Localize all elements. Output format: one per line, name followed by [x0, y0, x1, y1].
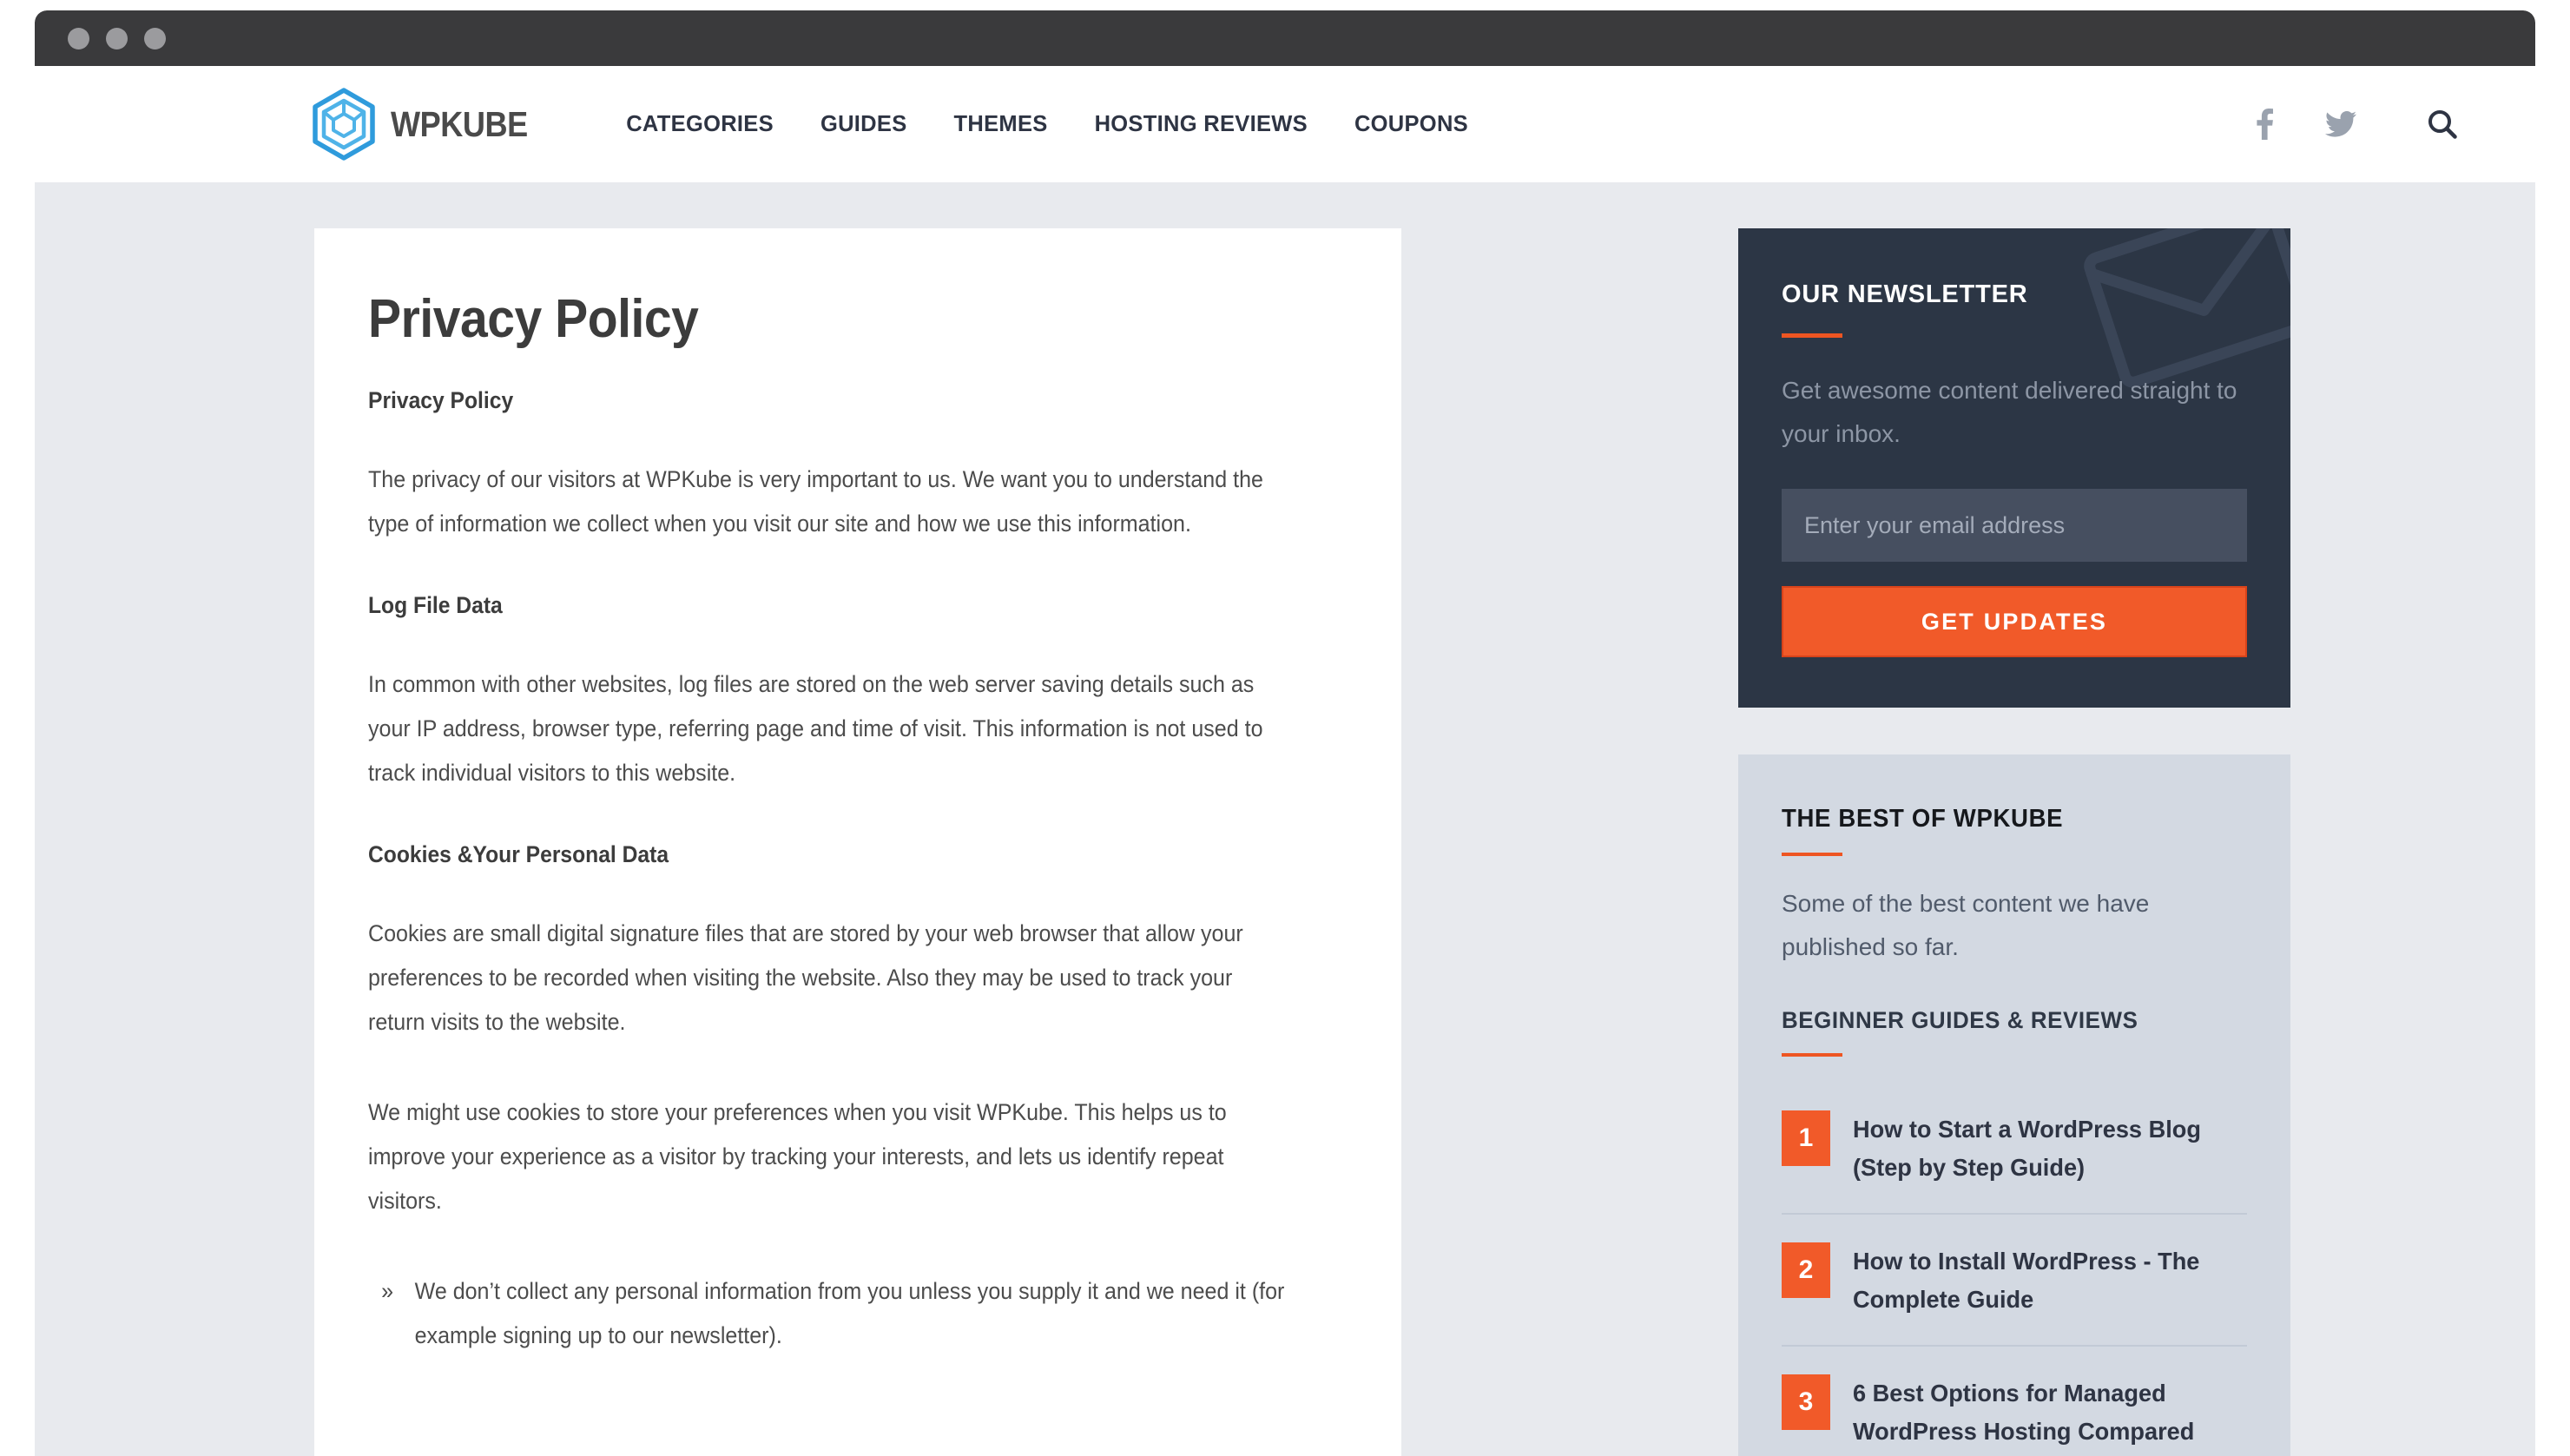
best-of-title: THE BEST OF WPKUBE: [1782, 805, 2064, 833]
paragraph-privacy-intro: The privacy of our visitors at WPKube is…: [368, 466, 1263, 537]
paragraph-log-file-data: In common with other websites, log files…: [368, 671, 1263, 787]
search-button[interactable]: [2428, 109, 2457, 139]
brand-logo-link[interactable]: WPKUBE: [311, 88, 546, 161]
list-item: » We don’t collect any personal informat…: [368, 1269, 1294, 1358]
rank-badge: 1: [1782, 1110, 1830, 1166]
site-header: WPKUBE CATEGORIES GUIDES THEMES HOSTING …: [35, 66, 2535, 182]
article-content-card: Privacy Policy Privacy Policy The privac…: [314, 228, 1401, 1456]
search-icon: [2428, 110, 2457, 139]
newsletter-submit-button[interactable]: GET UPDATES: [1782, 586, 2247, 657]
wpkube-hexagon-cube-logo-icon: [313, 88, 375, 161]
nav-item-guides[interactable]: GUIDES: [820, 112, 907, 137]
brand-name: WPKUBE: [391, 103, 528, 144]
page-body: Privacy Policy Privacy Policy The privac…: [35, 182, 2535, 1456]
list-item[interactable]: 1 How to Start a WordPress Blog (Step by…: [1782, 1083, 2247, 1215]
paragraph-cookies-definition: Cookies are small digital signature file…: [368, 920, 1243, 1036]
best-of-list: 1 How to Start a WordPress Blog (Step by…: [1782, 1083, 2247, 1456]
facebook-icon: [2257, 109, 2273, 140]
facebook-link[interactable]: [2257, 109, 2273, 140]
browser-window: WPKUBE CATEGORIES GUIDES THEMES HOSTING …: [35, 10, 2535, 1456]
list-item-title[interactable]: How to Start a WordPress Blog (Step by S…: [1853, 1110, 2235, 1187]
window-minimize-button[interactable]: [106, 27, 128, 49]
list-item-title[interactable]: How to Install WordPress - The Complete …: [1853, 1242, 2235, 1319]
nav-item-hosting-reviews[interactable]: HOSTING REVIEWS: [1095, 112, 1308, 137]
newsletter-email-input[interactable]: [1782, 489, 2247, 562]
list-item[interactable]: 3 6 Best Options for Managed WordPress H…: [1782, 1347, 2247, 1456]
newsletter-description: Get awesome content delivered straight t…: [1782, 377, 2237, 447]
bullet-marker-icon: »: [381, 1278, 394, 1305]
paragraph-cookies-usage: We might use cookies to store your prefe…: [368, 1099, 1227, 1215]
list-item-text: We don’t collect any personal informatio…: [414, 1278, 1285, 1349]
section-heading-cookies-personal-data: Cookies &Your Personal Data: [368, 841, 669, 868]
header-actions: [2257, 109, 2476, 140]
best-of-accent-rule: [1782, 853, 1842, 856]
best-of-description: Some of the best content we have publish…: [1782, 890, 2150, 960]
nav-item-themes[interactable]: THEMES: [954, 112, 1048, 137]
primary-navigation: CATEGORIES GUIDES THEMES HOSTING REVIEWS…: [626, 112, 1468, 137]
section-heading-privacy-policy: Privacy Policy: [368, 387, 514, 414]
nav-item-coupons[interactable]: COUPONS: [1354, 112, 1468, 137]
best-of-subtitle: BEGINNER GUIDES & REVIEWS: [1782, 1007, 2138, 1033]
newsletter-accent-rule: [1782, 333, 1842, 338]
privacy-bullet-list: » We don’t collect any personal informat…: [368, 1269, 1348, 1358]
best-of-wpkube-widget: THE BEST OF WPKUBE Some of the best cont…: [1738, 754, 2290, 1456]
page-title: Privacy Policy: [368, 289, 699, 349]
sidebar: OUR NEWSLETTER Get awesome content deliv…: [1738, 228, 2290, 1456]
best-of-subtitle-rule: [1782, 1053, 1842, 1057]
browser-titlebar: [35, 10, 2535, 66]
twitter-link[interactable]: [2325, 111, 2356, 137]
rank-badge: 2: [1782, 1242, 1830, 1298]
twitter-icon: [2325, 111, 2356, 137]
newsletter-widget: OUR NEWSLETTER Get awesome content deliv…: [1738, 228, 2290, 708]
list-item[interactable]: 2 How to Install WordPress - The Complet…: [1782, 1215, 2247, 1347]
rank-badge: 3: [1782, 1374, 1830, 1430]
section-heading-log-file-data: Log File Data: [368, 592, 503, 619]
window-maximize-button[interactable]: [144, 27, 166, 49]
window-close-button[interactable]: [68, 27, 89, 49]
list-item-title[interactable]: 6 Best Options for Managed WordPress Hos…: [1853, 1374, 2235, 1451]
nav-item-categories[interactable]: CATEGORIES: [626, 112, 774, 137]
newsletter-title: OUR NEWSLETTER: [1782, 280, 2028, 308]
